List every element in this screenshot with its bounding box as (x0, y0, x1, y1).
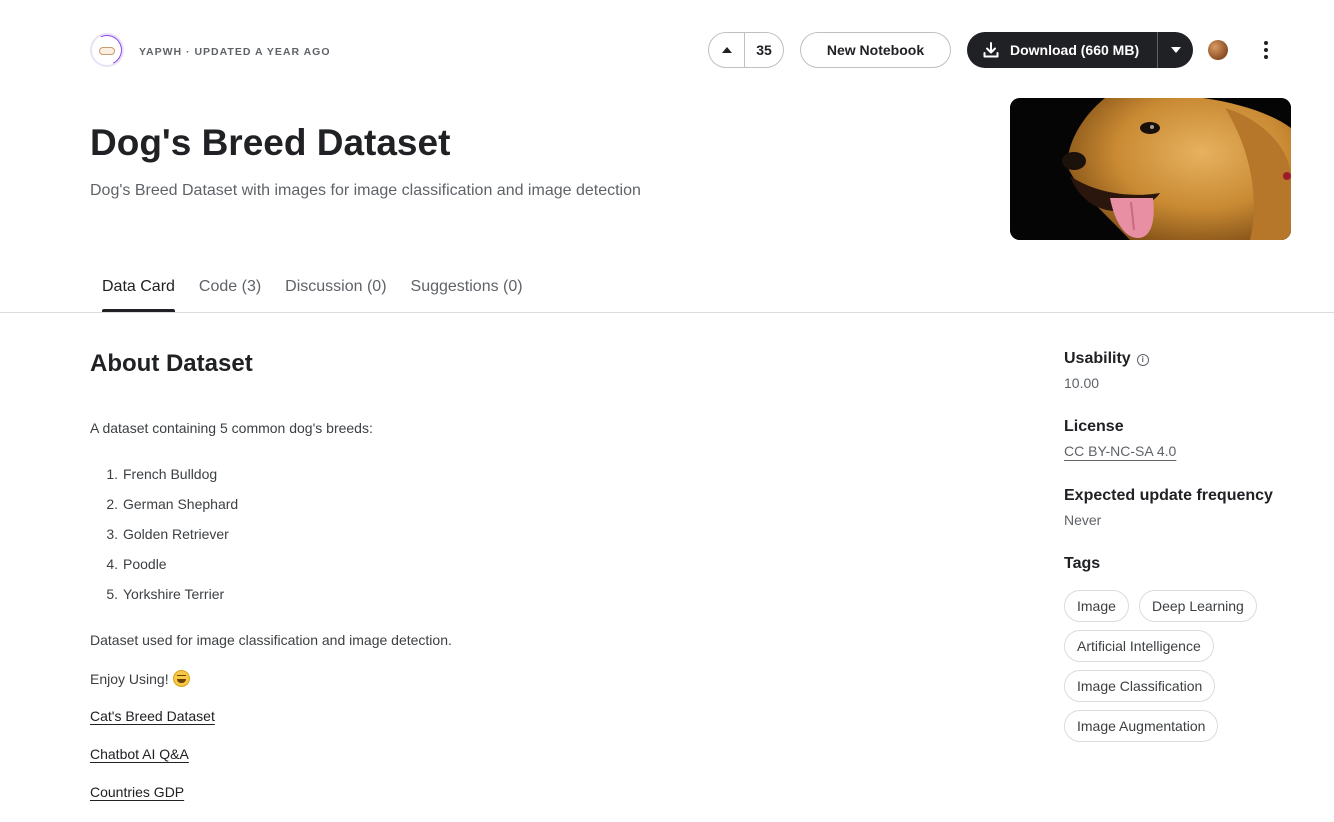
tag-chip-artificial-intelligence[interactable]: Artificial Intelligence (1064, 630, 1214, 662)
tag-chip-image[interactable]: Image (1064, 590, 1129, 622)
download-button[interactable]: Download (660 MB) (967, 32, 1157, 68)
usability-label-row: Usability i (1064, 350, 1149, 368)
link-cats-breed-dataset[interactable]: Cat's Breed Dataset (90, 708, 215, 724)
download-button-group: Download (660 MB) (967, 32, 1193, 68)
enjoy-text: Enjoy Using! (90, 671, 169, 687)
page-subtitle: Dog's Breed Dataset with images for imag… (90, 182, 641, 199)
tab-suggestions[interactable]: Suggestions (0) (399, 278, 535, 312)
page-title: Dog's Breed Dataset (90, 122, 451, 163)
frequency-value: Never (1064, 512, 1102, 528)
breed-name: French Bulldog (123, 466, 218, 482)
more-vert-icon-dot (1264, 55, 1268, 59)
frequency-label: Expected update frequency (1064, 487, 1273, 504)
about-intro: A dataset containing 5 common dog's bree… (90, 420, 373, 436)
grinning-emoji-icon (172, 670, 190, 687)
upvote-group: 35 (708, 32, 784, 68)
list-item: 2. German Shephard (106, 496, 239, 512)
upvote-icon (721, 47, 732, 53)
caret-down-icon (1170, 47, 1181, 53)
tab-data-card[interactable]: Data Card (90, 278, 187, 312)
download-icon (983, 42, 999, 58)
list-item: 4. Poodle (106, 556, 167, 572)
breed-name: Yorkshire Terrier (123, 586, 225, 602)
owner-avatar[interactable] (90, 33, 124, 67)
link-countries-gdp[interactable]: Countries GDP (90, 784, 184, 800)
breed-name: German Shephard (123, 496, 239, 512)
link-chatbot-ai-qa[interactable]: Chatbot AI Q&A (90, 746, 189, 762)
more-options-button[interactable] (1256, 38, 1276, 62)
tag-chip-deep-learning[interactable]: Deep Learning (1139, 590, 1257, 622)
avatar-face (99, 47, 115, 55)
usability-value: 10.00 (1064, 375, 1100, 391)
tag-chip-image-classification[interactable]: Image Classification (1064, 670, 1216, 702)
list-item: 1. French Bulldog (106, 466, 218, 482)
upvote-button[interactable] (709, 33, 745, 67)
owner-meta: YAPWH · UPDATED A YEAR AGO (139, 46, 331, 58)
tab-code[interactable]: Code (3) (187, 278, 273, 312)
tag-chip-image-augmentation[interactable]: Image Augmentation (1064, 710, 1219, 742)
license-label: License (1064, 418, 1124, 435)
breed-list: 1. French Bulldog 2. German Shephard 3. Gol… (90, 466, 238, 616)
dataset-cover-image (1010, 98, 1291, 240)
new-notebook-button[interactable]: New Notebook (800, 32, 951, 68)
user-avatar[interactable] (1208, 40, 1228, 60)
enjoy-line: Enjoy Using! (90, 670, 190, 687)
golden-retriever-image (1010, 98, 1291, 240)
tab-discussion[interactable]: Discussion (0) (273, 278, 398, 312)
breed-name: Poodle (123, 556, 167, 572)
more-vert-icon-dot (1264, 41, 1268, 45)
usability-label: Usability (1064, 350, 1131, 367)
breed-name: Golden Retriever (123, 526, 229, 542)
download-options-button[interactable] (1158, 32, 1193, 68)
about-heading: About Dataset (90, 350, 253, 377)
dataset-tabs: Data Card Code (3) Discussion (0) Suggestio… (90, 278, 535, 312)
list-item: 3. Golden Retriever (106, 526, 229, 542)
vote-count: 35 (756, 42, 772, 58)
info-icon[interactable]: i (1136, 354, 1149, 366)
tags-label: Tags (1064, 555, 1101, 572)
more-vert-icon-dot (1264, 48, 1268, 52)
download-label: Download (660 MB) (1010, 42, 1140, 58)
list-item: 5. Yorkshire Terrier (106, 586, 225, 602)
license-link[interactable]: CC BY-NC-SA 4.0 (1064, 443, 1176, 459)
usage-text: Dataset used for image classification an… (90, 632, 452, 648)
tabs-divider (0, 312, 1334, 313)
